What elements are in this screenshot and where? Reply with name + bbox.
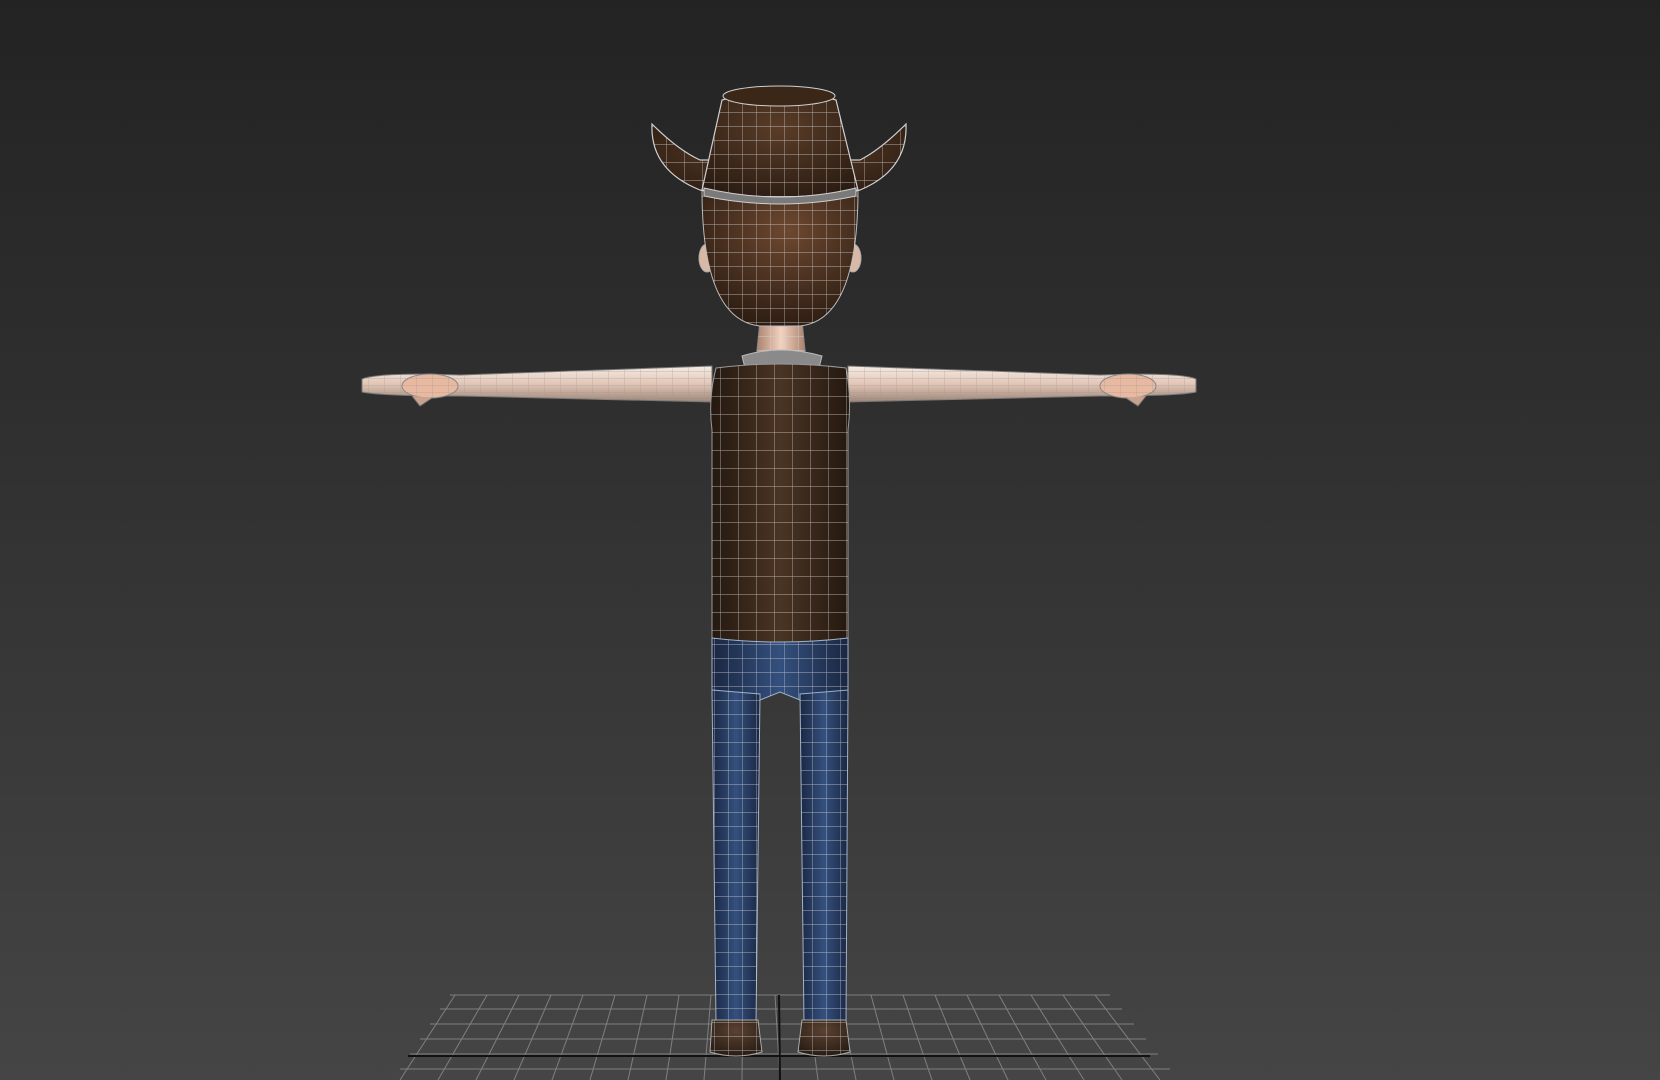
left-hand[interactable] [401, 373, 459, 407]
pants[interactable] [711, 637, 849, 1023]
right-boot[interactable] [797, 1019, 851, 1057]
left-boot[interactable] [709, 1019, 763, 1057]
scene-canvas[interactable] [0, 0, 1660, 1080]
ground-grid-icon [399, 994, 1170, 1080]
head[interactable] [701, 189, 859, 327]
3d-viewport[interactable] [0, 0, 1660, 1080]
shirt[interactable] [710, 363, 851, 645]
hat[interactable] [651, 85, 907, 205]
right-hand[interactable] [1099, 373, 1157, 407]
